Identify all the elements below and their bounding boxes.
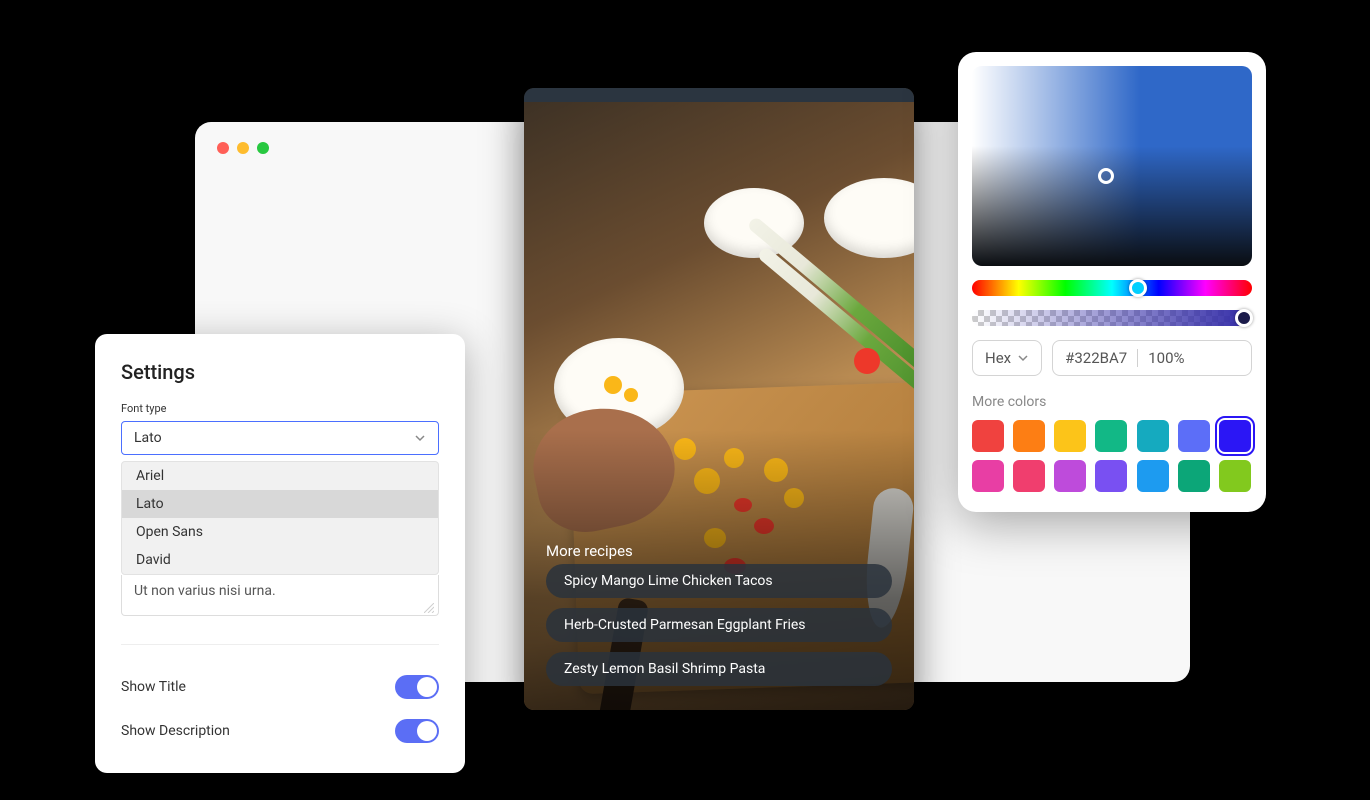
settings-panel: Settings Font type Lato Ariel Lato Open … (95, 334, 465, 773)
font-type-label: Font type (121, 402, 439, 415)
description-textarea[interactable]: Ut non varius nisi urna. (121, 575, 439, 616)
color-swatch[interactable] (972, 460, 1004, 492)
font-type-selected: Lato (134, 430, 162, 446)
color-swatch[interactable] (1137, 460, 1169, 492)
show-title-toggle[interactable] (395, 675, 439, 699)
font-option[interactable]: Open Sans (122, 518, 438, 546)
alpha-value: 100% (1148, 349, 1184, 367)
divider (1137, 349, 1138, 367)
saturation-cursor[interactable] (1098, 168, 1114, 184)
show-description-label: Show Description (121, 723, 230, 739)
chevron-down-icon (1017, 352, 1029, 364)
hex-value-field[interactable]: #322BA7 100% (1052, 340, 1252, 376)
textarea-content: Ut non varius nisi urna. (134, 583, 276, 599)
hue-thumb[interactable] (1129, 279, 1147, 297)
color-swatch[interactable] (1137, 420, 1169, 452)
color-swatch[interactable] (1095, 420, 1127, 452)
color-swatch[interactable] (1054, 420, 1086, 452)
alpha-slider[interactable] (972, 310, 1252, 326)
swatch-grid (972, 420, 1252, 492)
font-option[interactable]: Ariel (122, 462, 438, 490)
show-description-toggle[interactable] (395, 719, 439, 743)
show-title-label: Show Title (121, 679, 186, 695)
font-type-dropdown: Ariel Lato Open Sans David (121, 461, 439, 575)
hue-slider[interactable] (972, 280, 1252, 296)
color-swatch[interactable] (1178, 460, 1210, 492)
recipe-preview-card: More recipes Spicy Mango Lime Chicken Ta… (524, 88, 914, 710)
recipe-pill-list: Spicy Mango Lime Chicken Tacos Herb-Crus… (546, 564, 892, 686)
settings-title: Settings (121, 360, 439, 384)
chevron-down-icon (414, 432, 426, 444)
color-swatch[interactable] (1013, 420, 1045, 452)
color-swatch[interactable] (972, 420, 1004, 452)
recipe-pill[interactable]: Herb-Crusted Parmesan Eggplant Fries (546, 608, 892, 642)
color-swatch[interactable] (1178, 420, 1210, 452)
recipe-pill[interactable]: Zesty Lemon Basil Shrimp Pasta (546, 652, 892, 686)
color-swatch[interactable] (1219, 460, 1251, 492)
font-option[interactable]: Lato (122, 490, 438, 518)
close-icon[interactable] (217, 142, 229, 154)
color-swatch[interactable] (1095, 460, 1127, 492)
saturation-field[interactable] (972, 66, 1252, 266)
color-swatch[interactable] (1013, 460, 1045, 492)
more-recipes-heading: More recipes (546, 542, 633, 560)
more-colors-label: More colors (972, 394, 1252, 410)
recipe-pill[interactable]: Spicy Mango Lime Chicken Tacos (546, 564, 892, 598)
color-swatch[interactable] (1054, 460, 1086, 492)
maximize-icon[interactable] (257, 142, 269, 154)
minimize-icon[interactable] (237, 142, 249, 154)
window-traffic-lights (217, 142, 269, 154)
alpha-thumb[interactable] (1235, 309, 1253, 327)
hex-value: #322BA7 (1065, 349, 1127, 367)
font-option[interactable]: David (122, 546, 438, 574)
color-picker-panel: Hex #322BA7 100% More colors (958, 52, 1266, 512)
resize-handle-icon[interactable] (424, 601, 434, 611)
font-type-select[interactable]: Lato (121, 421, 439, 455)
color-mode-label: Hex (985, 349, 1011, 367)
divider (121, 644, 439, 645)
color-mode-select[interactable]: Hex (972, 340, 1042, 376)
color-swatch[interactable] (1219, 420, 1251, 452)
